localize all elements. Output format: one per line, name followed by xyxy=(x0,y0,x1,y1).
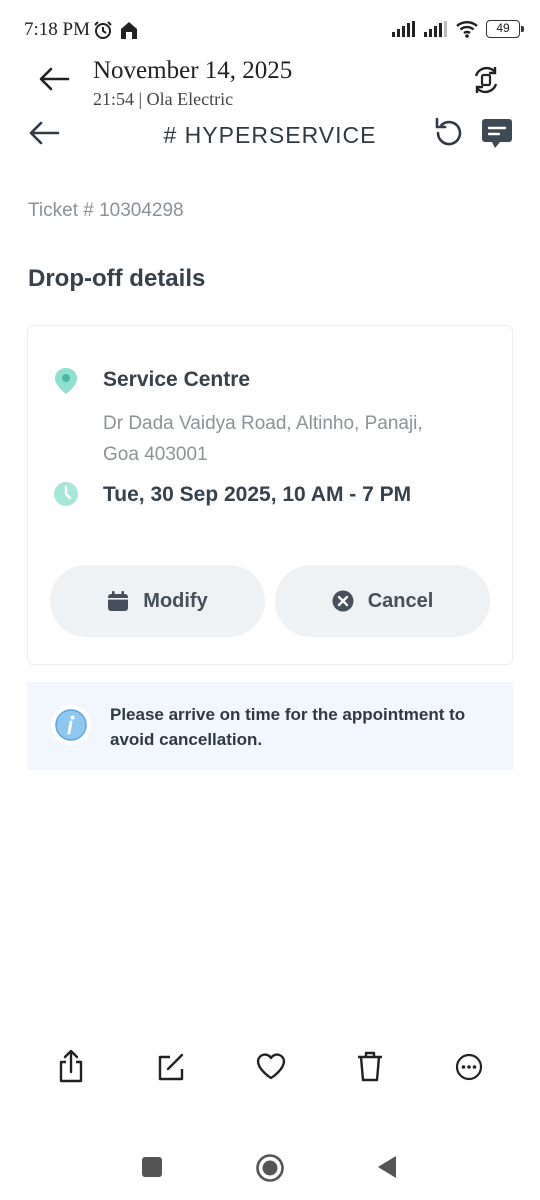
battery-indicator: 49 xyxy=(486,20,524,38)
location-pin-icon xyxy=(55,368,77,394)
modify-button[interactable]: Modify xyxy=(50,565,265,637)
cancel-label: Cancel xyxy=(367,589,434,612)
chat-icon[interactable] xyxy=(481,117,513,151)
appointment-slot: Tue, 30 Sep 2025, 10 AM - 7 PM xyxy=(103,483,412,506)
alarm-icon xyxy=(94,21,112,39)
more-options-icon[interactable] xyxy=(454,1048,484,1084)
share-icon[interactable] xyxy=(56,1048,86,1084)
section-title: Drop-off details xyxy=(28,265,206,292)
info-icon xyxy=(51,705,91,745)
calendar-icon xyxy=(108,591,129,611)
back-arrow-icon[interactable] xyxy=(38,66,70,92)
notice-text: Please arrive on time for the appointmen… xyxy=(110,705,466,749)
status-icons-left xyxy=(93,20,139,40)
edit-icon[interactable] xyxy=(156,1048,186,1084)
status-icons-right: 49 xyxy=(392,20,524,38)
status-time: 7:18 PM xyxy=(24,19,90,40)
ticket-number: Ticket # 10304298 xyxy=(28,200,184,221)
home-icon xyxy=(121,22,137,39)
refresh-icon[interactable] xyxy=(432,116,466,150)
service-centre-address: Dr Dada Vaidya Road, Altinho, Panaji, Go… xyxy=(103,413,423,465)
system-nav-bar xyxy=(0,1150,540,1186)
photo-date: November 14, 2025 xyxy=(93,57,293,84)
close-circle-icon xyxy=(332,590,354,612)
delete-trash-icon[interactable] xyxy=(355,1048,385,1084)
clock-icon xyxy=(54,482,78,506)
signal-icon xyxy=(392,21,415,37)
photo-subtitle: 21:54 | Ola Electric xyxy=(93,89,234,109)
service-centre-name: Service Centre xyxy=(103,368,251,391)
favorite-heart-icon[interactable] xyxy=(255,1048,287,1084)
back-triangle-icon[interactable] xyxy=(376,1155,398,1179)
signal-icon-2 xyxy=(424,21,447,37)
rotate-screen-icon[interactable] xyxy=(470,64,502,96)
home-circle-icon[interactable] xyxy=(255,1153,285,1183)
recents-square-icon[interactable] xyxy=(141,1156,163,1178)
cancel-button[interactable]: Cancel xyxy=(275,565,490,637)
wifi-icon xyxy=(456,21,478,38)
modify-label: Modify xyxy=(143,589,208,612)
photo-toolbar xyxy=(0,1048,540,1088)
